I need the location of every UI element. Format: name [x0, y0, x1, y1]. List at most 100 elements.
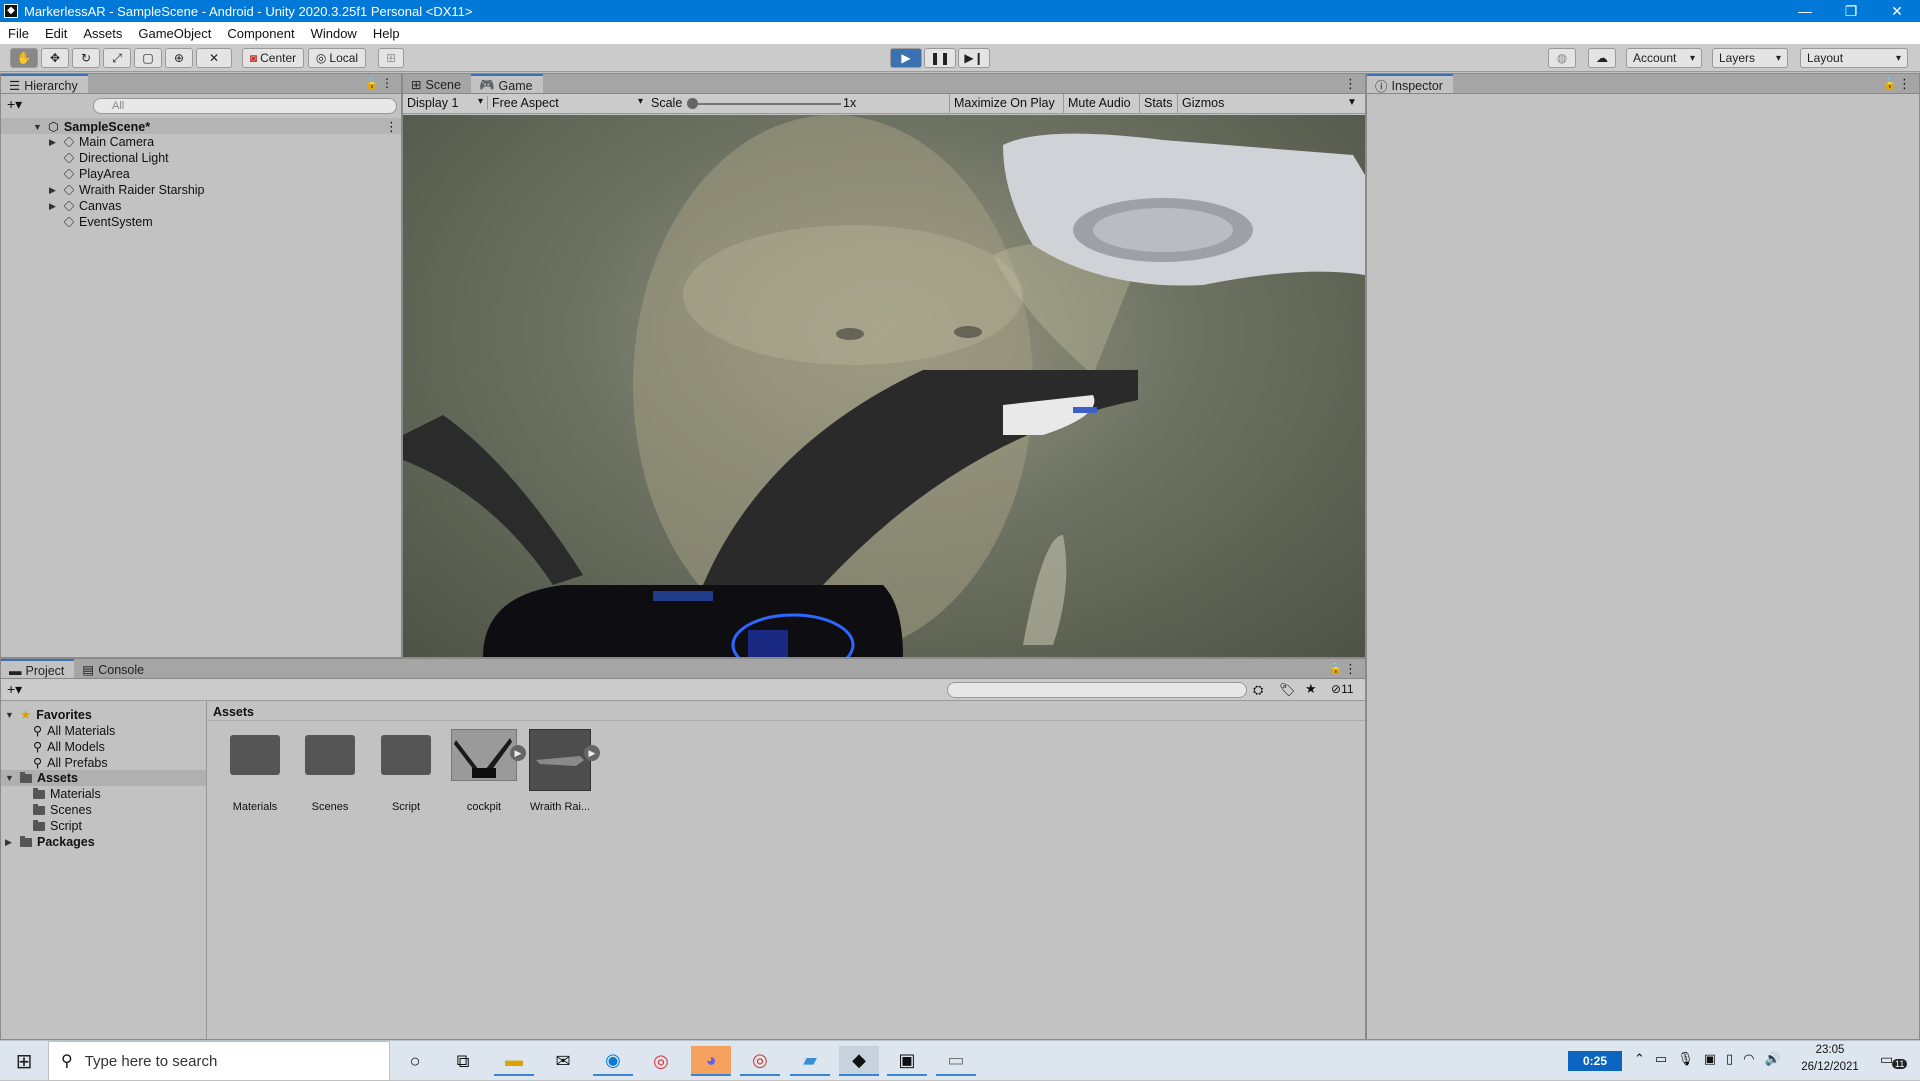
chrome-icon[interactable]: ◎ [641, 1046, 681, 1076]
recording-timer[interactable]: 0:25 [1568, 1051, 1622, 1071]
scale-slider-handle[interactable] [687, 98, 698, 109]
scene-header[interactable]: ▼ ⬡ SampleScene* [33, 119, 150, 135]
favorites-header[interactable]: ▼ ★ Favorites [5, 707, 92, 723]
hierarchy-search-input[interactable]: All [93, 98, 397, 114]
assets-tree-header[interactable]: ▼ Assets [5, 771, 78, 785]
gizmos-dropdown-icon[interactable]: ▼ [1347, 97, 1357, 108]
hierarchy-item[interactable]: ▶ Wraith Raider Starship [49, 183, 205, 197]
display-dropdown[interactable]: Display 1 [407, 96, 483, 110]
project-search-input[interactable] [947, 682, 1247, 698]
maximize-on-play-toggle[interactable]: Maximize On Play [949, 94, 1059, 113]
menu-help[interactable]: Help [365, 26, 408, 41]
scene-menu-icon[interactable]: ⋮ [385, 119, 398, 135]
clock-time[interactable]: 23:05 [1790, 1044, 1870, 1056]
hierarchy-item[interactable]: Directional Light [49, 151, 169, 165]
mail-icon[interactable]: ✉ [543, 1046, 583, 1076]
expand-model-icon[interactable]: ▶ [584, 745, 600, 761]
grid-snap-icon[interactable]: ⊞ [378, 48, 404, 68]
kebab-menu-icon[interactable]: ⋮ [1898, 76, 1911, 92]
cloud-icon[interactable]: ☁ [1588, 48, 1616, 68]
menu-assets[interactable]: Assets [75, 26, 130, 41]
layers-dropdown[interactable]: Layers [1712, 48, 1788, 68]
asset-folder-item[interactable]: Materials [33, 787, 101, 801]
menu-file[interactable]: File [0, 26, 37, 41]
asset-folder-item[interactable]: Scenes [33, 803, 92, 817]
task-view-icon[interactable]: ⧉ [443, 1046, 483, 1076]
tab-game[interactable]: 🎮 Game [470, 74, 543, 93]
expand-arrow-icon[interactable]: ▶ [5, 837, 15, 848]
expand-arrow-icon[interactable]: ▶ [49, 137, 59, 148]
volume-icon[interactable]: 🔊 [1765, 1051, 1781, 1067]
packages-tree-header[interactable]: ▶ Packages [5, 835, 95, 849]
scale-tool-icon[interactable]: ⤢ [103, 48, 131, 68]
tab-project[interactable]: ▬ Project [1, 659, 75, 678]
expand-model-icon[interactable]: ▶ [510, 745, 526, 761]
scale-slider[interactable] [691, 103, 841, 105]
wraith-raider-thumbnail[interactable] [529, 729, 591, 791]
windows-start-icon[interactable]: ⊞ [4, 1046, 44, 1076]
rect-tool-icon[interactable]: ▢ [134, 48, 162, 68]
hidden-packages-toggle[interactable]: ⊘11 [1331, 682, 1354, 696]
expand-arrow-icon[interactable]: ▶ [49, 185, 59, 196]
unity-app-icon[interactable]: ◆ [839, 1046, 879, 1076]
tab-hierarchy[interactable]: ☰ Hierarchy [1, 74, 88, 93]
space-local-button[interactable]: ◎ Local [308, 48, 366, 68]
pause-button[interactable]: ❚❚ [924, 48, 956, 68]
aspect-dropdown[interactable]: Free Aspect [487, 96, 643, 110]
edge-icon[interactable]: ◉ [593, 1046, 633, 1076]
wifi-icon[interactable]: ◠ [1743, 1051, 1754, 1067]
minimize-button[interactable]: — [1782, 0, 1828, 22]
expand-arrow-icon[interactable]: ▼ [33, 122, 43, 132]
kebab-menu-icon[interactable]: ⋮ [1344, 661, 1357, 677]
photos-icon[interactable]: ▣ [887, 1046, 927, 1076]
layout-dropdown[interactable]: Layout [1800, 48, 1908, 68]
battery-icon[interactable]: ▯ [1726, 1051, 1733, 1067]
search-by-type-icon[interactable]: ⛭ [1253, 682, 1263, 698]
project-breadcrumb[interactable]: Assets [208, 701, 1365, 721]
favorite-item[interactable]: ⚲ All Models [33, 739, 105, 755]
hand-tool-icon[interactable]: ✋ [10, 48, 38, 68]
search-by-label-icon[interactable]: 🏷 [1279, 682, 1296, 698]
menu-component[interactable]: Component [219, 26, 302, 41]
favorite-item[interactable]: ⚲ All Materials [33, 723, 115, 739]
lock-icon[interactable]: 🔒 [1883, 77, 1897, 90]
stats-toggle[interactable]: Stats [1139, 94, 1177, 113]
rotate-tool-icon[interactable]: ↻ [72, 48, 100, 68]
create-asset-button[interactable]: +▾ [7, 681, 22, 698]
cortana-icon[interactable]: ○ [395, 1046, 435, 1076]
chevron-up-icon[interactable]: ⌃ [1634, 1051, 1645, 1067]
step-button[interactable]: ▶❙ [958, 48, 990, 68]
hierarchy-item[interactable]: ▶ Canvas [49, 199, 121, 213]
cockpit-thumbnail[interactable] [451, 729, 517, 781]
kebab-menu-icon[interactable]: ⋮ [1344, 76, 1357, 92]
kebab-menu-icon[interactable]: ⋮ [381, 76, 393, 90]
menu-window[interactable]: Window [303, 26, 365, 41]
hierarchy-item[interactable]: ▶ Main Camera [49, 135, 154, 149]
hierarchy-item[interactable]: PlayArea [49, 167, 130, 181]
gizmos-toggle[interactable]: Gizmos [1177, 94, 1228, 113]
menu-gameobject[interactable]: GameObject [130, 26, 219, 41]
microphone-icon[interactable]: 🎙 [1677, 1051, 1694, 1067]
menu-edit[interactable]: Edit [37, 26, 75, 41]
add-object-button[interactable]: +▾ [7, 96, 22, 113]
notification-icon[interactable]: ▭ 11 [1880, 1051, 1910, 1073]
clock-date[interactable]: 26/12/2021 [1790, 1061, 1870, 1073]
favorites-star-icon[interactable]: ★ [1305, 681, 1317, 697]
file-explorer-icon[interactable]: ▬ [494, 1046, 534, 1076]
lock-icon[interactable]: 🔒 [365, 77, 379, 90]
expand-arrow-icon[interactable]: ▶ [49, 201, 59, 212]
collab-icon[interactable]: ◍ [1548, 48, 1576, 68]
mute-audio-toggle[interactable]: Mute Audio [1063, 94, 1135, 113]
expand-arrow-icon[interactable]: ▼ [5, 710, 15, 720]
expand-arrow-icon[interactable]: ▼ [5, 773, 15, 783]
notepad-icon[interactable]: ▰ [790, 1046, 830, 1076]
meet-now-icon[interactable]: ▭ [1655, 1051, 1667, 1067]
asset-folder-item[interactable]: Script [33, 819, 82, 833]
hierarchy-item[interactable]: EventSystem [49, 215, 153, 229]
game-render-viewport[interactable] [403, 115, 1365, 657]
account-dropdown[interactable]: Account [1626, 48, 1702, 68]
favorite-item[interactable]: ⚲ All Prefabs [33, 755, 108, 771]
lock-icon[interactable]: 🔒 [1329, 662, 1343, 675]
close-button[interactable]: ✕ [1874, 0, 1920, 22]
folder-icon[interactable] [230, 735, 280, 775]
